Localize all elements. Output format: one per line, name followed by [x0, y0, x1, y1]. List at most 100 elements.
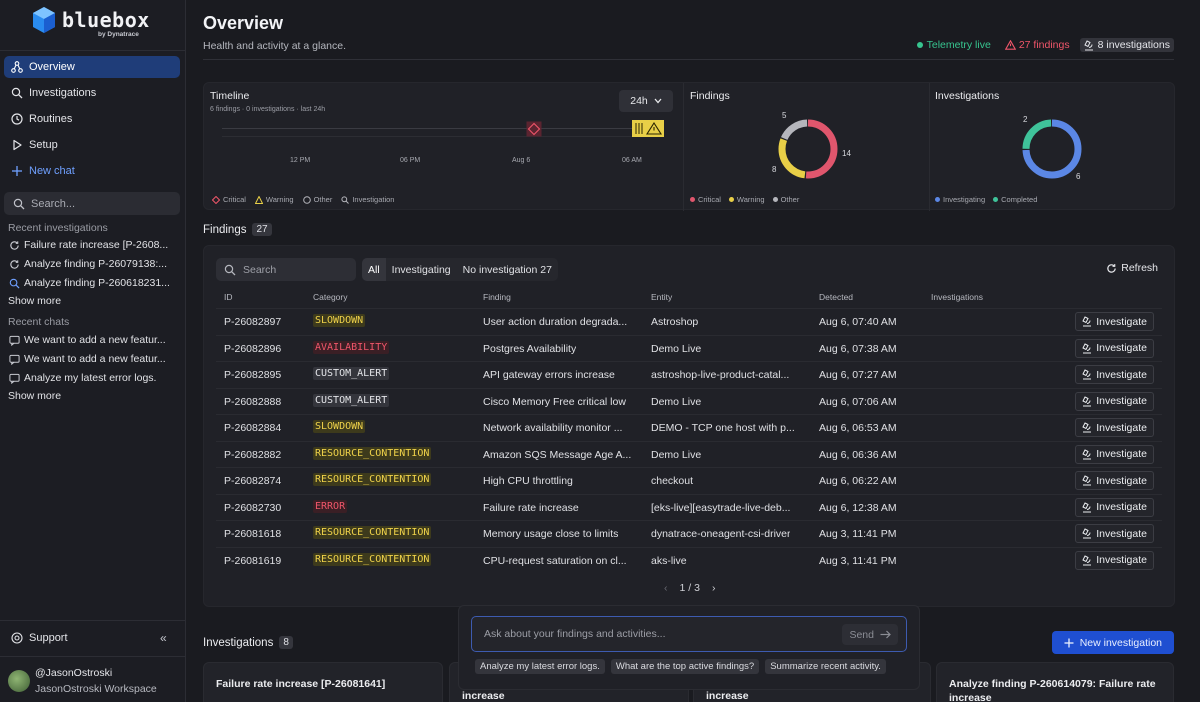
investigation-card[interactable]: Analyze finding P-260614079: Failure rat…: [936, 662, 1174, 702]
chat-icon: [8, 352, 20, 366]
investigate-button[interactable]: Investigate: [1075, 338, 1154, 358]
cell-detected: Aug 3, 11:41 PM: [819, 528, 897, 540]
investigate-button[interactable]: Investigate: [1075, 312, 1154, 331]
category-badge: RESOURCE_CONTENTION: [313, 473, 432, 486]
investigate-label: Investigate: [1096, 342, 1147, 354]
investigate-button[interactable]: Investigate: [1075, 550, 1154, 570]
chat-input[interactable]: Ask about your findings and activities..…: [471, 616, 907, 652]
investigate-button[interactable]: Investigate: [1075, 471, 1154, 490]
bluebox-logo-icon: [33, 7, 55, 33]
column-header[interactable]: Detected: [819, 292, 853, 302]
legend-investigation: Investigation: [341, 195, 394, 204]
recent-investigation-item[interactable]: Analyze finding P-26079138:...: [8, 257, 176, 271]
refresh-button[interactable]: Refresh: [1106, 262, 1158, 274]
cell-entity: Astroshop: [651, 316, 699, 328]
findings-filter-tabs: All Investigating No investigation 27: [362, 258, 558, 281]
table-row[interactable]: P-26082897 User action duration degrada..…: [216, 308, 1162, 335]
recent-chat-item[interactable]: We want to add a new featur...: [8, 333, 176, 347]
cell-id: P-26082874: [224, 475, 282, 487]
table-row[interactable]: P-26082888 Cisco Memory Free critical low…: [216, 387, 1162, 415]
send-button[interactable]: Send: [842, 624, 898, 645]
nav-routines[interactable]: Routines: [4, 108, 180, 130]
cell-entity: DEMO - TCP one host with p...: [651, 422, 795, 434]
table-row[interactable]: P-26082896 Postgres Availability Demo Live…: [216, 334, 1162, 362]
new-investigation-button[interactable]: New investigation: [1051, 631, 1174, 654]
investigation-card[interactable]: Failure rate increase [P-26081641]: [203, 662, 443, 702]
recent-chat-item[interactable]: We want to add a new featur...: [8, 352, 176, 366]
table-row[interactable]: P-26082874 High CPU throttling checkout Aug…: [216, 467, 1162, 494]
findings-section-title: Findings 27: [203, 223, 272, 236]
nav-overview[interactable]: Overview: [4, 56, 180, 78]
time-range-select[interactable]: 24h: [619, 90, 673, 112]
category-badge: ERROR: [313, 499, 348, 513]
chevron-left-icon[interactable]: ‹: [664, 582, 668, 594]
recent-investigation-item[interactable]: Failure rate increase [P-2608...: [8, 238, 176, 252]
microscope-icon: [1082, 316, 1092, 327]
findings-count-badge[interactable]: 27 findings: [1001, 38, 1074, 52]
tab-all[interactable]: All: [362, 258, 386, 281]
table-row[interactable]: P-26082884 Network availability monitor .…: [216, 414, 1162, 441]
timeline-axis: [222, 128, 662, 129]
cell-finding: API gateway errors increase: [483, 369, 615, 381]
tab-investigating[interactable]: Investigating: [386, 258, 457, 281]
investigate-button[interactable]: Investigate: [1075, 497, 1154, 517]
timeline-subtitle: 6 findings · 0 investigations · last 24h: [210, 106, 326, 113]
column-header[interactable]: Finding: [483, 292, 511, 302]
legend-investigating: Investigating: [935, 195, 985, 204]
nav-setup[interactable]: Setup: [4, 134, 180, 156]
suggestion-chip[interactable]: What are the top active findings?: [610, 659, 760, 674]
investigate-button[interactable]: Investigate: [1075, 391, 1154, 411]
user-menu[interactable]: @JasonOstroski JasonOstroski Workspace: [8, 664, 184, 700]
findings-search-placeholder: Search: [243, 263, 277, 276]
table-row[interactable]: P-26082882 Amazon SQS Message Age A... Dem…: [216, 440, 1162, 468]
nav-label: New chat: [29, 165, 75, 177]
investigations-count-badge[interactable]: 8 investigations: [1079, 38, 1174, 52]
recent-investigation-item[interactable]: Analyze finding P-260618231...: [8, 276, 176, 290]
timeline-axis: [222, 136, 662, 137]
divider: [683, 83, 684, 211]
legend-critical: Critical: [212, 195, 246, 204]
investigate-button[interactable]: Investigate: [1075, 444, 1154, 464]
cell-finding: Network availability monitor ...: [483, 422, 623, 434]
divider: [0, 50, 185, 51]
show-more-chats[interactable]: Show more: [8, 390, 61, 402]
microscope-icon: [1082, 528, 1092, 539]
column-header[interactable]: Investigations: [931, 292, 983, 302]
tab-no-investigation[interactable]: No investigation 27: [457, 258, 558, 281]
divider: [929, 83, 930, 211]
status-dot-icon: [916, 42, 923, 48]
suggestion-chip[interactable]: Summarize recent activity.: [765, 659, 886, 674]
new-investigation-label: New investigation: [1079, 636, 1162, 649]
nav-new-chat[interactable]: New chat: [4, 160, 180, 182]
chat-icon: [8, 371, 20, 385]
table-row[interactable]: P-26082895 API gateway errors increase ast…: [216, 361, 1162, 388]
column-header[interactable]: ID: [224, 292, 233, 302]
investigate-button[interactable]: Investigate: [1075, 418, 1154, 437]
chevron-right-icon[interactable]: ›: [712, 582, 716, 594]
column-header[interactable]: Category: [313, 292, 348, 302]
critical-marker-icon[interactable]: [526, 121, 542, 137]
table-row[interactable]: P-26081618 Memory usage close to limits dy…: [216, 520, 1162, 547]
category-badge: SLOWDOWN: [313, 314, 366, 327]
show-more-investigations[interactable]: Show more: [8, 295, 61, 307]
investigate-button[interactable]: Investigate: [1075, 524, 1154, 543]
column-header[interactable]: Entity: [651, 292, 672, 302]
sidebar-search-input[interactable]: Search...: [4, 192, 180, 215]
legend-critical: Critical: [690, 195, 721, 204]
recent-chat-item[interactable]: Analyze my latest error logs.: [8, 371, 176, 385]
findings-search-input[interactable]: Search: [216, 258, 356, 281]
warning-marker-icon[interactable]: [632, 120, 664, 137]
table-row[interactable]: P-26081619 CPU-request saturation on cl..…: [216, 546, 1162, 574]
divider: [203, 59, 1174, 60]
category-badge: CUSTOM_ALERT: [313, 393, 390, 407]
collapse-sidebar-icon[interactable]: «: [160, 631, 167, 645]
nav-investigations[interactable]: Investigations: [4, 82, 180, 104]
findings-legend: Critical Warning Other: [690, 195, 799, 204]
table-row[interactable]: P-26082730 Failure rate increase [eks-live…: [216, 493, 1162, 521]
logo[interactable]: bluebox by Dynatrace: [32, 6, 182, 42]
support-link[interactable]: Support: [10, 631, 68, 645]
suggestion-chip[interactable]: Analyze my latest error logs.: [475, 659, 605, 674]
chat-composer: Ask about your findings and activities..…: [458, 605, 920, 690]
investigate-label: Investigate: [1096, 448, 1147, 460]
investigate-button[interactable]: Investigate: [1075, 365, 1154, 384]
